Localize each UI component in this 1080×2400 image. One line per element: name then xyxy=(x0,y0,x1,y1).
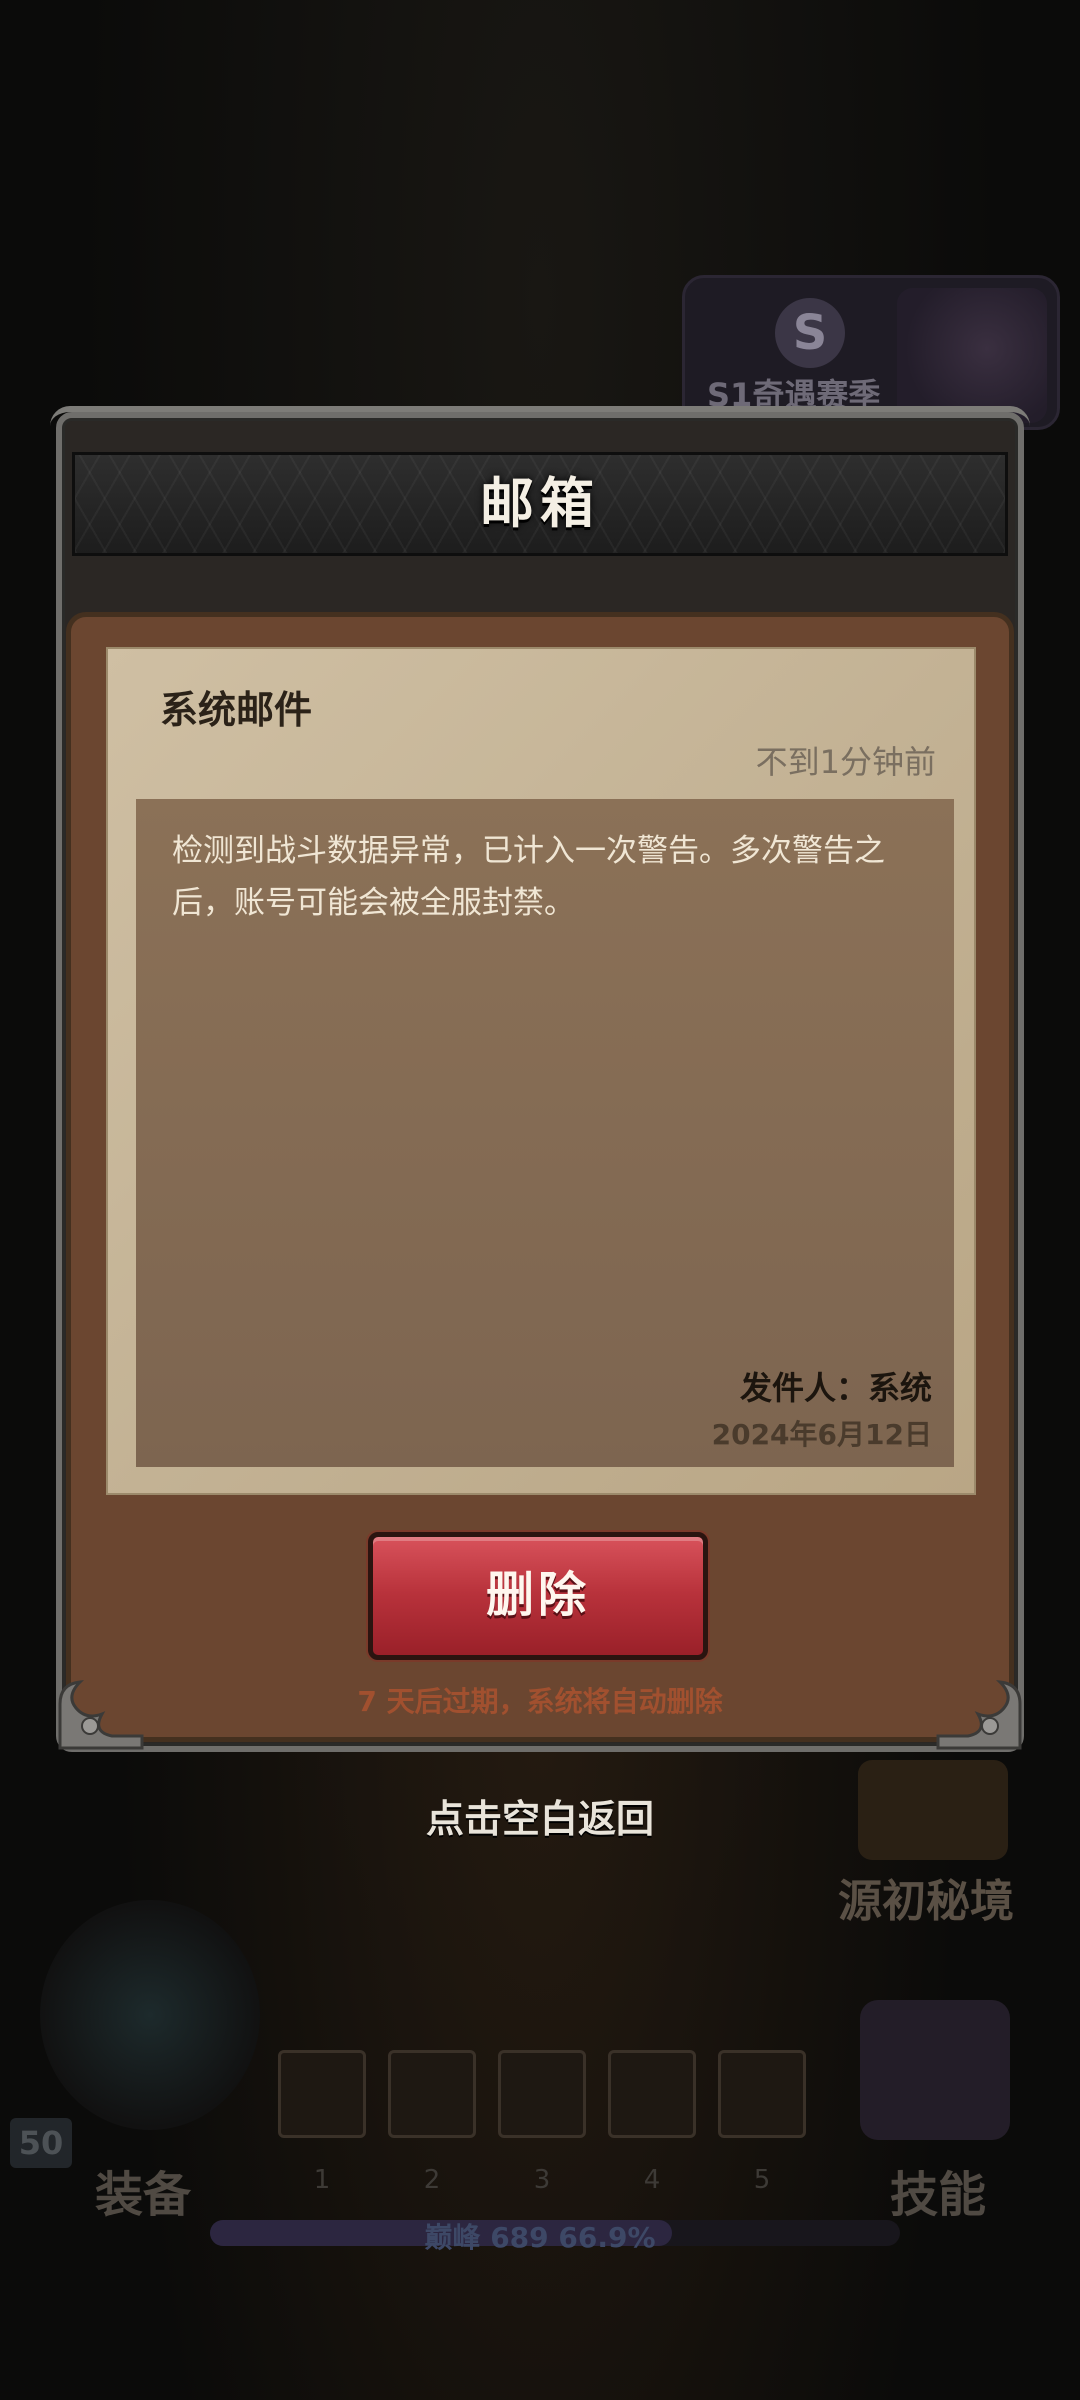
season-knight-icon xyxy=(897,288,1047,423)
expire-note: 7 天后过期，系统将自动删除 xyxy=(357,1685,723,1718)
delete-button-label: 删除 xyxy=(485,1567,590,1623)
equip-label: 装备 xyxy=(95,2167,192,2223)
dialog-top-rim xyxy=(50,406,1030,426)
skill-slot[interactable] xyxy=(718,2050,806,2138)
peak-label: 巅峰 689 xyxy=(424,2221,549,2254)
skill-slot[interactable] xyxy=(608,2050,696,2138)
peak-progress-text: 巅峰 689 66.9% xyxy=(0,2216,1080,2256)
mail-paper: 系统邮件 不到1分钟前 检测到战斗数据异常，已计入一次警告。多次警告之后，账号可… xyxy=(106,647,976,1495)
tap-blank-return-hint[interactable]: 点击空白返回 xyxy=(0,1788,1080,1843)
mail-body-text: 检测到战斗数据异常，已计入一次警告。多次警告之后，账号可能会被全服封禁。 xyxy=(172,833,885,921)
slot-number: 2 xyxy=(423,2165,441,2195)
dialog-title-bar: 邮箱 xyxy=(72,452,1008,556)
skill-label: 技能 xyxy=(890,2167,987,2223)
mail-body[interactable]: 检测到战斗数据异常，已计入一次警告。多次警告之后，账号可能会被全服封禁。 发件人… xyxy=(136,799,954,1467)
dragon-equip-icon[interactable] xyxy=(40,1900,260,2130)
level-badge: 50 xyxy=(10,2118,72,2168)
peak-percent: 66.9% xyxy=(558,2221,656,2254)
mail-date: 2024年6月12日 xyxy=(711,1418,932,1451)
skill-slot-row xyxy=(270,2050,830,2140)
corner-ornament-icon xyxy=(58,1680,144,1750)
season-s-icon: S xyxy=(775,298,845,368)
skill-slot[interactable] xyxy=(278,2050,366,2138)
skill-slot[interactable] xyxy=(498,2050,586,2138)
skill-book-icon[interactable] xyxy=(860,2000,1010,2140)
delete-button[interactable]: 删除 xyxy=(368,1532,708,1660)
origin-realm-label: 源初秘境 xyxy=(838,1876,1014,1927)
slot-number: 5 xyxy=(753,2165,771,2195)
slot-number: 1 xyxy=(313,2165,331,2195)
mail-time: 不到1分钟前 xyxy=(755,743,936,781)
mailbox-dialog: 邮箱 系统邮件 不到1分钟前 检测到战斗数据异常，已计入一次警告。多次警告之后，… xyxy=(50,406,1030,1752)
mail-sender: 发件人：系统 xyxy=(739,1369,932,1407)
corner-ornament-icon xyxy=(936,1680,1022,1750)
mail-subject: 系统邮件 xyxy=(160,688,313,732)
slot-number: 3 xyxy=(533,2165,551,2195)
slot-number: 4 xyxy=(643,2165,661,2195)
skill-slot[interactable] xyxy=(388,2050,476,2138)
dialog-title: 邮箱 xyxy=(480,472,600,535)
